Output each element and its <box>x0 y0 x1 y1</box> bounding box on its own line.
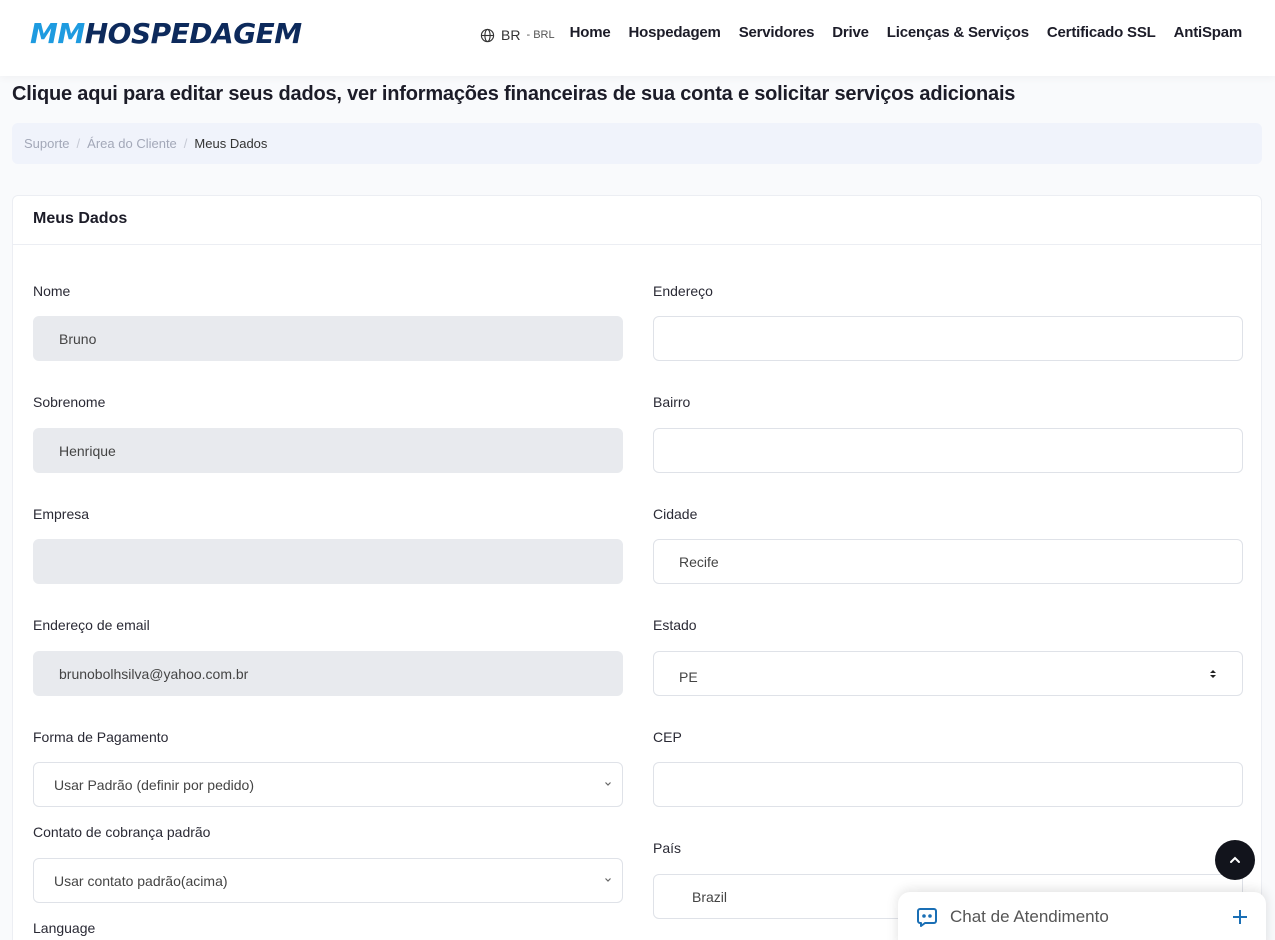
chat-label: Chat de Atendimento <box>950 907 1109 926</box>
bairro-label: Bairro <box>653 394 691 410</box>
cidade-value: Recife <box>679 553 719 570</box>
nome-value: Bruno <box>59 330 97 347</box>
chevron-down-icon <box>605 782 611 786</box>
top-navigation-bar: MMHOSPEDAGEM BR - BRL Home Hospedagem Se… <box>0 0 1275 76</box>
contato-cobranca-value: Usar contato padrão(acima) <box>54 872 228 889</box>
estado-value: PE <box>679 668 698 685</box>
cep-label: CEP <box>653 729 682 745</box>
language-separator: - <box>526 29 531 41</box>
chat-widget[interactable]: Chat de Atendimento <box>898 892 1266 940</box>
language-code: BR <box>501 27 521 43</box>
page-title: Clique aqui para editar seus dados, ver … <box>12 83 1016 105</box>
site-logo[interactable]: MMHOSPEDAGEM <box>30 18 302 50</box>
forma-pagamento-select[interactable]: Usar Padrão (definir por pedido) <box>33 762 623 807</box>
contato-cobranca-select[interactable]: Usar contato padrão(acima) <box>33 858 623 903</box>
nome-input[interactable]: Bruno <box>33 316 623 361</box>
sobrenome-input[interactable]: Henrique <box>33 428 623 473</box>
nav-home[interactable]: Home <box>570 24 611 41</box>
pais-label: País <box>653 840 682 856</box>
nav-hospedagem[interactable]: Hospedagem <box>629 24 721 41</box>
card-title: Meus Dados <box>13 196 1261 245</box>
empresa-label: Empresa <box>33 506 90 522</box>
language-label: Language <box>33 920 96 936</box>
meus-dados-card: Meus Dados Nome Bruno Sobrenome Henrique… <box>12 195 1262 940</box>
nav-licencas-servicos[interactable]: Licenças & Serviços <box>887 24 1029 41</box>
scroll-to-top-button[interactable] <box>1215 840 1255 880</box>
email-input[interactable]: brunobolhsilva@yahoo.com.br <box>33 651 623 696</box>
currency-code: BRL <box>533 29 555 41</box>
chevron-up-icon <box>1230 856 1240 863</box>
sort-arrows-icon <box>1210 670 1216 678</box>
breadcrumb-suporte[interactable]: Suporte <box>24 136 70 151</box>
breadcrumb-current: Meus Dados <box>194 136 268 151</box>
endereco-label: Endereço <box>653 283 713 299</box>
nav-servidores[interactable]: Servidores <box>739 24 815 41</box>
sobrenome-label: Sobrenome <box>33 394 106 410</box>
breadcrumb-separator: / <box>183 136 188 151</box>
cep-input[interactable] <box>653 762 1243 807</box>
logo-part-mm: MM <box>30 17 85 50</box>
estado-label: Estado <box>653 617 697 633</box>
chat-bubble-icon <box>917 908 937 927</box>
email-label: Endereço de email <box>33 617 150 633</box>
nav-antispam[interactable]: AntiSpam <box>1174 24 1243 41</box>
breadcrumb: Suporte / Área do Cliente / Meus Dados <box>12 123 1262 164</box>
main-nav: Home Hospedagem Servidores Drive Licença… <box>570 24 1243 41</box>
forma-pagamento-label: Forma de Pagamento <box>33 729 169 745</box>
empresa-input[interactable] <box>33 539 623 584</box>
breadcrumb-area-cliente[interactable]: Área do Cliente <box>87 136 177 151</box>
language-selector[interactable]: BR - BRL <box>480 26 555 44</box>
email-value: brunobolhsilva@yahoo.com.br <box>59 665 249 682</box>
nome-label: Nome <box>33 283 71 299</box>
breadcrumb-separator: / <box>76 136 81 151</box>
plus-icon[interactable] <box>1232 909 1248 925</box>
endereco-input[interactable] <box>653 316 1243 361</box>
forma-pagamento-value: Usar Padrão (definir por pedido) <box>54 776 254 793</box>
cidade-label: Cidade <box>653 506 698 522</box>
pais-value: Brazil <box>692 888 728 905</box>
nav-drive[interactable]: Drive <box>832 24 869 41</box>
bairro-input[interactable] <box>653 428 1243 473</box>
sobrenome-value: Henrique <box>59 442 116 459</box>
logo-part-hospedagem: HOSPEDAGEM <box>84 17 302 50</box>
contato-cobranca-label: Contato de cobrança padrão <box>33 824 211 840</box>
nav-certificado-ssl[interactable]: Certificado SSL <box>1047 24 1156 41</box>
estado-select[interactable]: PE <box>653 651 1243 696</box>
chevron-down-icon <box>605 878 611 882</box>
cidade-input[interactable]: Recife <box>653 539 1243 584</box>
globe-icon <box>480 28 495 42</box>
